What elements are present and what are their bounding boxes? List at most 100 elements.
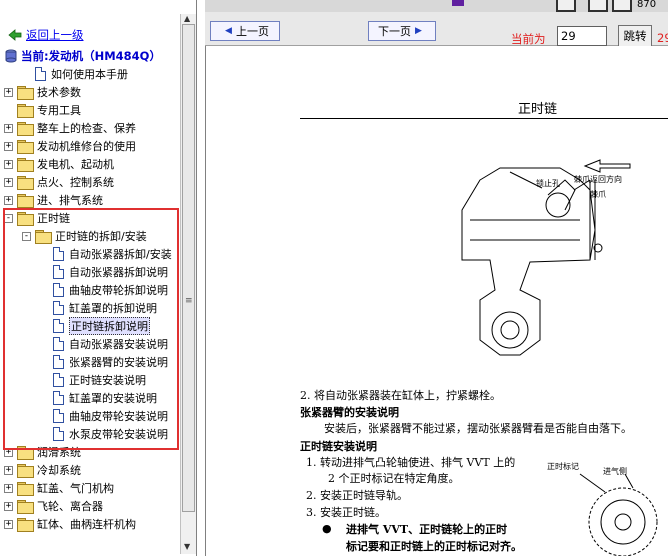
tree-item[interactable]: 正时链安装说明 (40, 371, 146, 389)
collapse-icon[interactable]: - (22, 231, 31, 241)
folder-icon (17, 176, 34, 190)
tree-item-label: 冷却系统 (37, 464, 81, 477)
window-icon-1[interactable] (556, 0, 576, 12)
section1-body: 安装后，张紧器臂不能过紧，摆动张紧器臂看是否能自由落下。 (324, 422, 632, 435)
bullet-line-1: 进排气 VVT、正时链轮上的正时 (346, 523, 508, 536)
tree-item-label: 专用工具 (37, 104, 81, 117)
tree-item[interactable]: - 正时链的拆卸/安装 (22, 227, 147, 245)
next-page-label: 下一页 (378, 25, 412, 38)
folder-icon (17, 104, 34, 118)
folder-icon (17, 194, 34, 208)
tree-item[interactable]: + 飞轮、离合器 (4, 497, 103, 515)
document-icon (35, 67, 46, 81)
expand-icon[interactable]: + (4, 501, 13, 511)
tree-item[interactable]: 如何使用本手册 (22, 65, 128, 83)
scroll-down-icon[interactable]: ▼ (184, 542, 190, 551)
folder-icon (17, 464, 34, 478)
document-icon (53, 283, 64, 297)
folder-icon (17, 518, 34, 532)
folder-icon (35, 230, 52, 244)
rotation-label: 棘爪返回方向 (574, 174, 622, 184)
tree-item[interactable]: + 缸盖、气门机构 (4, 479, 114, 497)
step-3: 3. 安装正时链。 (306, 506, 386, 519)
expand-icon[interactable]: + (4, 465, 13, 475)
tree-item[interactable]: 曲轴皮带轮安装说明 (40, 407, 168, 425)
expand-icon[interactable]: + (4, 141, 13, 151)
folder-icon (17, 500, 34, 514)
back-arrow-icon (8, 29, 22, 41)
tree-item-label: 水泵皮带轮安装说明 (69, 428, 168, 441)
tree-item-label: 点火、控制系统 (37, 176, 114, 189)
expand-icon[interactable]: + (4, 483, 13, 493)
step-2: 2. 将自动张紧器装在缸体上，拧紧螺栓。 (300, 389, 501, 402)
tree-item[interactable]: 缸盖罩的拆卸说明 (40, 299, 157, 317)
window-icon-2[interactable] (588, 0, 608, 12)
window-icon-3[interactable] (612, 0, 632, 12)
tree-item-label: 曲轴皮带轮安装说明 (69, 410, 168, 423)
tree-item[interactable]: + 发电机、起动机 (4, 155, 114, 173)
tree-item[interactable]: 缸盖罩的安装说明 (40, 389, 157, 407)
expand-icon[interactable]: + (4, 159, 13, 169)
expand-icon[interactable]: + (4, 519, 13, 529)
tree-item-label: 正时链 (37, 212, 70, 225)
tree-item[interactable]: 水泵皮带轮安装说明 (40, 425, 168, 443)
back-link[interactable]: 返回上一级 (8, 27, 84, 43)
tree-item-label: 正时链安装说明 (69, 374, 146, 387)
jump-button[interactable]: 跳转 (618, 25, 652, 47)
tree-panel: 返回上一级 当前:发动机（HM484Q） 如何使用本手册 + 技术参数专用工具 + 整车… (0, 0, 197, 556)
expand-icon[interactable]: + (4, 177, 13, 187)
tree-item[interactable]: + 发动机维修台的使用 (4, 137, 136, 155)
tree-item[interactable]: - 正时链 (4, 209, 70, 227)
expand-icon[interactable]: + (4, 195, 13, 205)
tree-item[interactable]: + 整车上的检查、保养 (4, 119, 136, 137)
tree-item[interactable]: + 进、排气系统 (4, 191, 103, 209)
tree-item[interactable]: 曲轴皮带轮拆卸说明 (40, 281, 168, 299)
scroll-thumb[interactable] (182, 24, 195, 512)
tree-item[interactable]: 张紧器臂的安装说明 (40, 353, 168, 371)
next-page-button[interactable]: 下一页 ▶ (368, 21, 436, 41)
title-rule (300, 118, 668, 119)
right-arrow-icon: ▶ (415, 26, 422, 36)
tree-item[interactable]: + 冷却系统 (4, 461, 81, 479)
tree-item[interactable]: + 点火、控制系统 (4, 173, 114, 191)
section2-heading: 正时链安装说明 (300, 440, 377, 453)
database-icon (5, 49, 17, 63)
tree-item[interactable]: 自动张紧器拆卸/安装 (40, 245, 172, 263)
expand-icon[interactable]: + (4, 123, 13, 133)
tree-item[interactable]: + 技术参数 (4, 83, 81, 101)
tree-item[interactable]: 专用工具 (4, 101, 81, 119)
tree-item-label: 进、排气系统 (37, 194, 103, 207)
tree-item-label: 曲轴皮带轮拆卸说明 (69, 284, 168, 297)
purple-marker-icon (452, 0, 464, 6)
tree-scrollbar[interactable]: ▲ ≡ ▼ (180, 14, 196, 554)
tree-item[interactable]: 正时链拆卸说明 (40, 317, 150, 335)
left-arrow-icon: ◀ (225, 26, 232, 36)
document-icon (53, 355, 64, 369)
document-icon (53, 373, 64, 387)
folder-icon (17, 86, 34, 100)
tree-item[interactable]: 自动张紧器拆卸说明 (40, 263, 168, 281)
current-page-input[interactable] (557, 26, 607, 46)
tree-item[interactable]: + 缸体、曲柄连杆机构 (4, 515, 136, 533)
scroll-up-icon[interactable]: ▲ (184, 14, 190, 23)
tree-item[interactable]: 自动张紧器安装说明 (40, 335, 168, 353)
intake-side-label: 进气侧 (603, 466, 627, 476)
bullet-line-2: 标记要和正时链上的正时标记对齐。 (346, 540, 522, 553)
document-icon (53, 337, 64, 351)
splitter-grip-icon[interactable]: ≡ (185, 296, 193, 306)
tensioner-diagram: 锁止孔 棘爪返回方向 棘爪 (461, 159, 631, 356)
collapse-icon[interactable]: - (4, 213, 13, 223)
tree-item-label: 技术参数 (37, 86, 81, 99)
expand-icon[interactable]: + (4, 447, 13, 457)
document-icon (53, 247, 64, 261)
current-node-label: 当前:发动机（HM484Q） (21, 49, 161, 63)
prev-page-button[interactable]: ◀ 上一页 (210, 21, 280, 41)
current-node: 当前:发动机（HM484Q） (4, 47, 161, 65)
expand-icon[interactable]: + (4, 87, 13, 97)
tree-item-label: 自动张紧器拆卸/安装 (69, 248, 172, 261)
prev-page-label: 上一页 (235, 25, 269, 38)
tree-item[interactable]: + 润滑系统 (4, 443, 81, 461)
